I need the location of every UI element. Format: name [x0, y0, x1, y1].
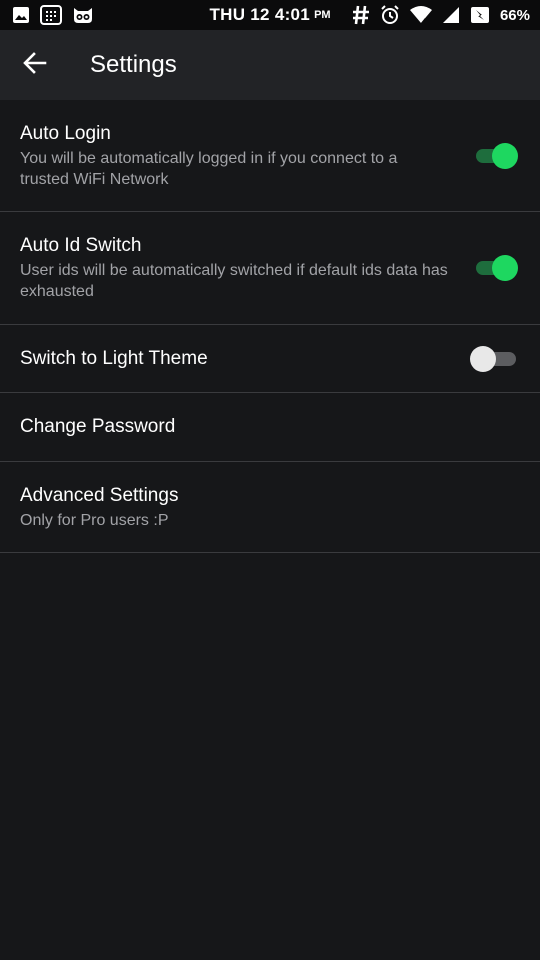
setting-title: Switch to Light Theme [20, 347, 208, 369]
setting-text: Advanced Settings Only for Pro users :P [20, 484, 520, 531]
alarm-icon [380, 5, 400, 25]
toggle-thumb [492, 142, 518, 169]
setting-text: Auto Id Switch User ids will be automati… [20, 234, 520, 302]
toggle-thumb [492, 255, 518, 281]
auto-login-toggle[interactable] [476, 142, 518, 169]
setting-text: Change Password [20, 415, 520, 439]
setting-summary: You will be automatically logged in if y… [20, 149, 398, 188]
back-button[interactable] [0, 30, 70, 100]
battery-percent: 66% [499, 6, 530, 24]
status-time: THU 12 4:01 [209, 5, 311, 24]
light-theme-toggle[interactable] [470, 345, 516, 372]
setting-advanced[interactable]: Advanced Settings Only for Pro users :P [0, 462, 540, 553]
setting-title: Advanced Settings [20, 484, 179, 506]
wifi-icon [409, 6, 432, 24]
hash-icon [352, 5, 370, 25]
status-ampm: PM [314, 9, 331, 21]
setting-summary: User ids will be automatically switched … [20, 262, 448, 300]
setting-light-theme[interactable]: Switch to Light Theme [0, 325, 540, 393]
status-bar-right: 66% [352, 5, 530, 25]
setting-text: Auto Login You will be automatically log… [20, 122, 520, 190]
cat-face-icon [72, 6, 94, 24]
settings-list: Auto Login You will be automatically log… [0, 100, 540, 553]
setting-title: Change Password [20, 416, 176, 437]
toggle-thumb [470, 345, 496, 372]
image-icon [12, 6, 30, 24]
setting-title: Auto Login [20, 122, 111, 144]
auto-id-switch-toggle[interactable] [476, 255, 518, 281]
calendar-icon [40, 5, 62, 25]
arrow-left-icon [23, 51, 47, 79]
setting-title: Auto Id Switch [20, 235, 142, 256]
setting-auto-login[interactable]: Auto Login You will be automatically log… [0, 100, 540, 212]
setting-change-password[interactable]: Change Password [0, 393, 540, 462]
battery-icon [470, 6, 490, 24]
page-title: Settings [90, 51, 177, 78]
status-bar-left [12, 5, 192, 25]
setting-text: Switch to Light Theme [20, 347, 520, 371]
app-bar: Settings [0, 30, 540, 100]
setting-auto-id-switch[interactable]: Auto Id Switch User ids will be automati… [0, 212, 540, 325]
signal-icon [442, 6, 460, 24]
setting-summary: Only for Pro users :P [20, 511, 169, 529]
status-bar: THU 12 4:01 PM 66% [0, 0, 540, 30]
